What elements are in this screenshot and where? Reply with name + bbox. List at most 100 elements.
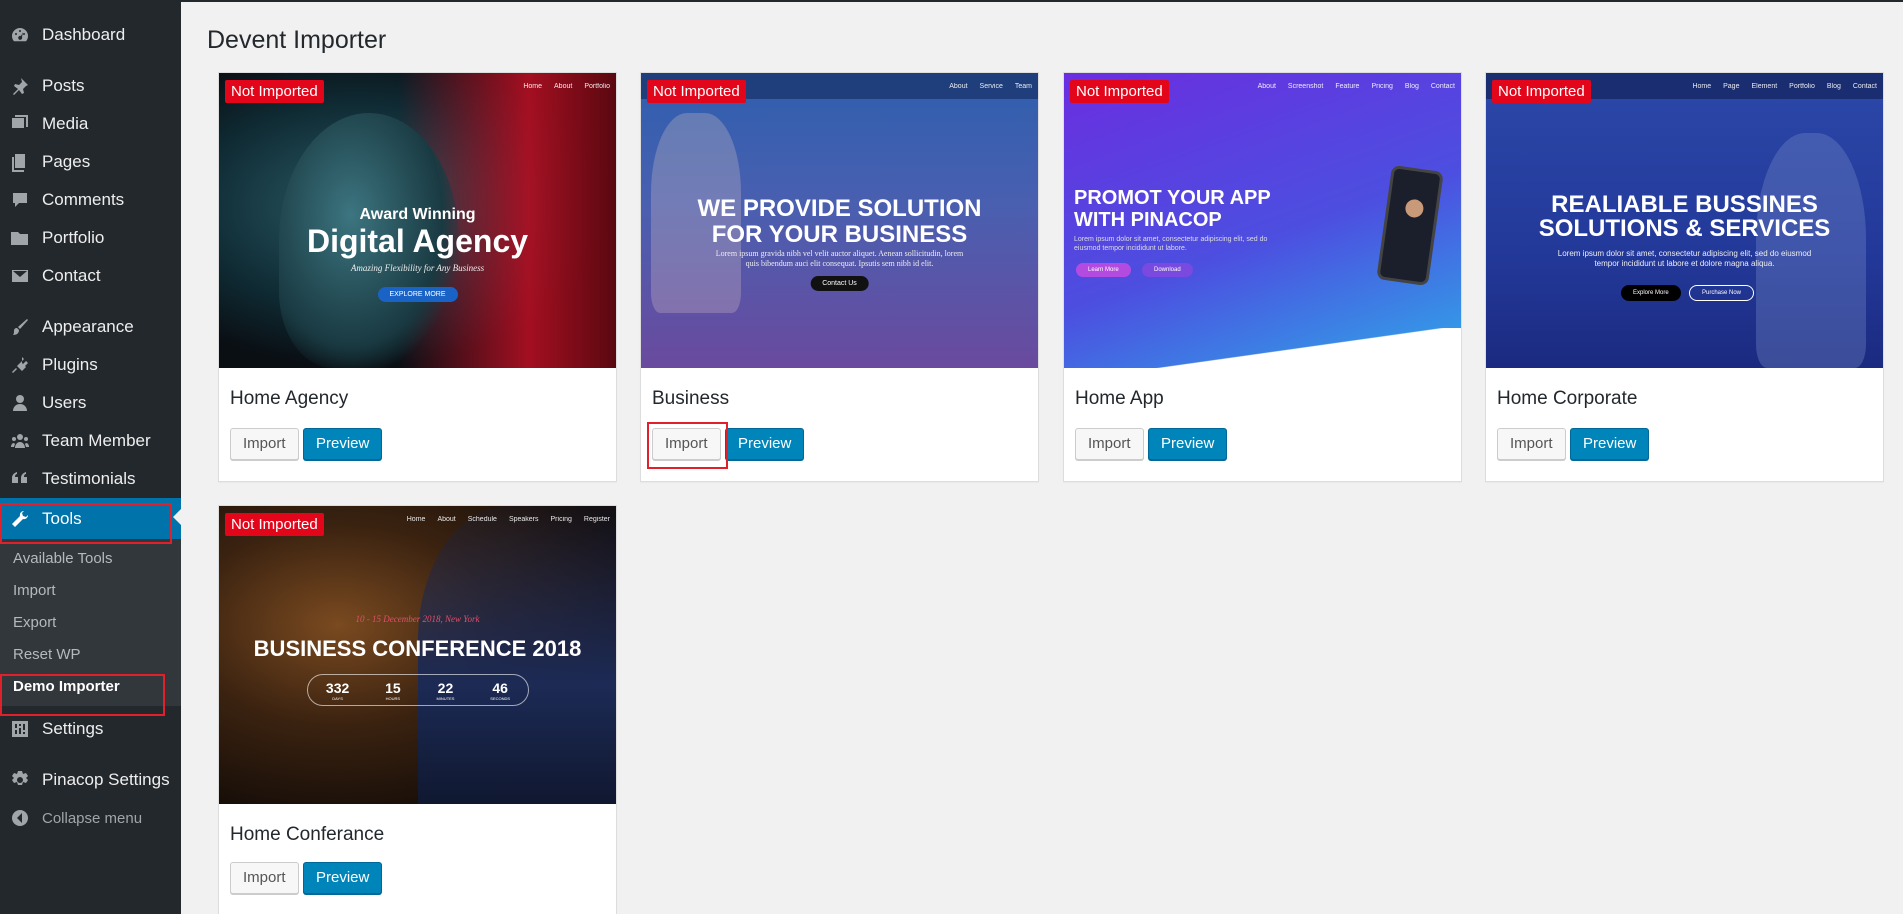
preview-button[interactable]: Preview — [1148, 428, 1228, 460]
menu-users[interactable]: Users — [0, 384, 181, 422]
submenu-reset-wp[interactable]: Reset WP — [0, 639, 181, 671]
preview-button[interactable]: Preview — [303, 862, 383, 894]
menu-contact[interactable]: Contact — [0, 257, 181, 295]
menu-label: Pinacop Settings — [42, 770, 170, 789]
thumb-button: Explore More — [1621, 285, 1681, 301]
thumb-nav: About Screenshot Feature Pricing Blog Co… — [1257, 83, 1455, 90]
menu-label: Contact — [42, 266, 101, 285]
menu-label: Collapse menu — [42, 809, 143, 827]
menu-posts[interactable]: Posts — [0, 67, 181, 105]
menu-pages[interactable]: Pages — [0, 143, 181, 181]
dashboard-icon — [9, 24, 31, 46]
thumb-nav: About Service Team — [949, 83, 1032, 90]
demo-title: Home Corporate — [1497, 388, 1638, 409]
collapse-menu-button[interactable]: Collapse menu — [0, 799, 181, 837]
demo-thumbnail[interactable]: Not Imported Home About Schedule Speaker… — [219, 506, 616, 804]
menu-appearance[interactable]: Appearance — [0, 308, 181, 346]
thumb-heading: BUSINESS CONFERENCE 2018 — [253, 636, 582, 661]
menu-label: Dashboard — [42, 25, 126, 44]
menu-label: Plugins — [42, 355, 98, 374]
submenu-import[interactable]: Import — [0, 575, 181, 607]
import-button[interactable]: Import — [1075, 428, 1144, 460]
menu-label: Media — [42, 114, 89, 133]
menu-label: Portfolio — [42, 228, 105, 247]
status-badge: Not Imported — [225, 513, 324, 536]
submenu-available-tools[interactable]: Available Tools — [0, 543, 181, 575]
demo-thumbnail[interactable]: Not Imported Home About Portfolio Award … — [219, 73, 616, 368]
menu-label: Testimonials — [42, 469, 136, 488]
menu-pinacop-settings[interactable]: Pinacop Settings — [0, 761, 181, 799]
menu-portfolio[interactable]: Portfolio — [0, 219, 181, 257]
menu-label: Pages — [42, 152, 91, 171]
thumb-button: Contact Us — [810, 276, 869, 291]
user-icon — [9, 392, 31, 414]
demo-card-business: Not Imported About Service Team WE PROVI… — [640, 72, 1039, 482]
admin-sidebar: Dashboard Posts Media Pages Comments Por… — [0, 0, 182, 914]
demo-title: Home Conferance — [230, 824, 385, 845]
pages-icon — [9, 151, 31, 173]
page-title: Devent Importer — [207, 26, 387, 54]
menu-media[interactable]: Media — [0, 105, 181, 143]
import-button[interactable]: Import — [1497, 428, 1566, 460]
thumb-subtitle: Lorem ipsum gravida nibh vel velit aucto… — [715, 249, 964, 268]
thumb-heading: Digital Agency — [306, 223, 529, 259]
countdown-days: 332 DAYS — [325, 679, 350, 701]
preview-button[interactable]: Preview — [725, 428, 805, 460]
plug-icon — [9, 354, 31, 376]
status-badge: Not Imported — [225, 80, 324, 103]
countdown-hours: 15 HOURS — [385, 679, 401, 701]
top-border — [181, 0, 1903, 2]
demo-thumbnail[interactable]: Not Imported About Screenshot Feature Pr… — [1064, 73, 1461, 368]
media-icon — [9, 113, 31, 135]
submenu-export[interactable]: Export — [0, 607, 181, 639]
menu-plugins[interactable]: Plugins — [0, 346, 181, 384]
tools-submenu: Available Tools Import Export Reset WP D… — [0, 539, 181, 706]
demo-thumbnail[interactable]: Not Imported About Service Team WE PROVI… — [641, 73, 1038, 368]
demo-title: Business — [652, 388, 730, 409]
menu-tools[interactable]: Tools — [0, 498, 182, 539]
menu-label: Team Member — [42, 431, 151, 450]
sliders-icon — [9, 718, 31, 740]
menu-label: Appearance — [42, 317, 134, 336]
import-button[interactable]: Import — [230, 428, 299, 460]
menu-label: Comments — [42, 190, 125, 209]
import-button[interactable]: Import — [652, 428, 721, 460]
submenu-demo-importer[interactable]: Demo Importer — [0, 671, 181, 703]
group-icon — [9, 430, 31, 452]
comment-icon — [9, 189, 31, 211]
menu-label: Tools — [42, 508, 82, 528]
countdown: 332 DAYS 15 HOURS 22 MINUTES 46 SECONDS — [307, 674, 529, 706]
menu-settings[interactable]: Settings — [0, 710, 181, 748]
thumb-button: Purchase Now — [1689, 285, 1755, 301]
menu-testimonials[interactable]: Testimonials — [0, 460, 181, 498]
thumb-small-heading: Award Winning — [359, 206, 476, 223]
thumb-subtitle: Lorem ipsum dolor sit amet, consectetur … — [1074, 236, 1268, 252]
thumb-heading-2: WITH PINACOP — [1074, 209, 1222, 231]
envelope-icon — [9, 265, 31, 287]
demo-card-home-app: Not Imported About Screenshot Feature Pr… — [1063, 72, 1462, 482]
thumb-subtitle: Lorem ipsum dolor sit amet, consectetur … — [1557, 249, 1812, 268]
import-button[interactable]: Import — [230, 862, 299, 894]
status-badge: Not Imported — [647, 80, 746, 103]
demo-title: Home Agency — [230, 388, 349, 409]
demo-title: Home App — [1075, 388, 1164, 409]
gear-icon — [9, 769, 31, 791]
demo-card-home-corporate: Not Imported Home Page Element Portfolio… — [1485, 72, 1884, 482]
brush-icon — [9, 316, 31, 338]
preview-button[interactable]: Preview — [1570, 428, 1650, 460]
menu-team-member[interactable]: Team Member — [0, 422, 181, 460]
menu-dashboard[interactable]: Dashboard — [0, 16, 181, 54]
demo-card-home-agency: Not Imported Home About Portfolio Award … — [218, 72, 617, 482]
thumb-subtitle: Amazing Flexibility for Any Business — [350, 263, 485, 273]
quote-icon — [9, 468, 31, 490]
thumb-heading-1: PROMOT YOUR APP — [1074, 187, 1271, 209]
demo-card-home-conferance: Not Imported Home About Schedule Speaker… — [218, 505, 617, 914]
demo-thumbnail[interactable]: Not Imported Home Page Element Portfolio… — [1486, 73, 1883, 368]
wrench-icon — [9, 508, 31, 530]
preview-button[interactable]: Preview — [303, 428, 383, 460]
menu-comments[interactable]: Comments — [0, 181, 181, 219]
collapse-arrow-icon — [9, 807, 31, 829]
thumb-heading-2: SOLUTIONS & SERVICES — [1538, 215, 1831, 242]
pin-icon — [9, 75, 31, 97]
thumb-heading-1: WE PROVIDE SOLUTION — [697, 195, 982, 222]
